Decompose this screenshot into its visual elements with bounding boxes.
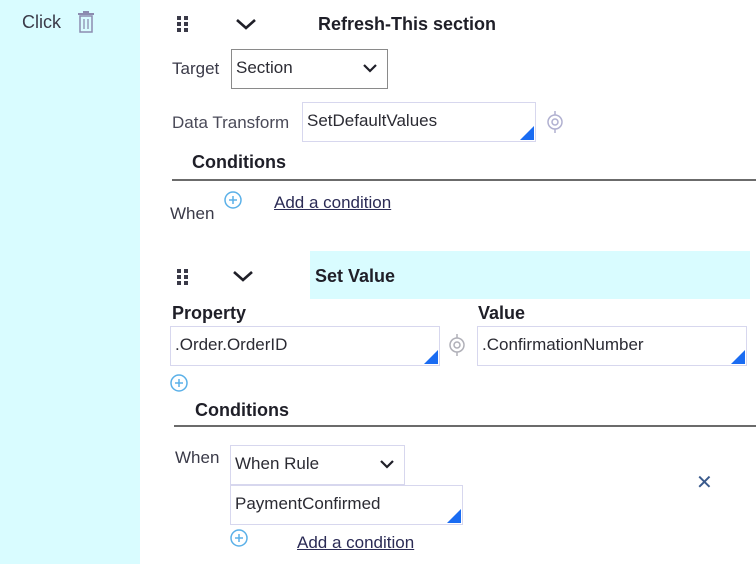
divider <box>172 179 756 181</box>
action-panel: Click <box>0 0 140 564</box>
data-transform-label: Data Transform <box>172 113 290 132</box>
target-select[interactable]: Section <box>231 49 388 89</box>
add-circle-icon[interactable] <box>169 373 189 393</box>
chevron-down-icon <box>363 64 377 73</box>
divider <box>174 425 756 427</box>
when-label: When <box>170 204 215 223</box>
drag-handle-icon[interactable] <box>176 15 190 33</box>
set-value-section-title: Set Value <box>315 266 396 286</box>
close-icon[interactable]: ✕ <box>696 470 713 495</box>
data-transform-value: SetDefaultValues <box>307 111 438 130</box>
add-condition-link[interactable]: Add a condition <box>297 533 414 553</box>
autocomplete-corner-icon <box>520 126 534 140</box>
trash-icon[interactable] <box>77 10 95 34</box>
when-label: When <box>175 448 220 467</box>
add-condition-link[interactable]: Add a condition <box>274 193 391 213</box>
refresh-section-title: Refresh-This section <box>318 14 497 34</box>
target-select-value: Section <box>236 58 293 77</box>
autocomplete-corner-icon <box>447 509 461 523</box>
value-label: Value <box>478 303 526 323</box>
action-event-label: Click <box>22 12 61 32</box>
target-label: Target <box>172 59 220 78</box>
data-transform-input[interactable]: SetDefaultValues <box>302 102 536 142</box>
add-circle-icon[interactable] <box>229 528 249 548</box>
property-input[interactable]: .Order.OrderID <box>170 326 440 366</box>
chevron-down-icon <box>380 460 394 469</box>
add-circle-icon[interactable] <box>223 190 243 210</box>
autocomplete-corner-icon <box>731 350 745 364</box>
chevron-down-icon[interactable] <box>232 270 254 282</box>
conditions-heading: Conditions <box>192 152 286 172</box>
drag-handle-icon[interactable] <box>176 268 190 286</box>
value-input[interactable]: .ConfirmationNumber <box>477 326 747 366</box>
when-type-value: When Rule <box>235 454 320 473</box>
value-value: .ConfirmationNumber <box>482 335 644 354</box>
when-rule-value: PaymentConfirmed <box>235 494 381 513</box>
crosshair-icon[interactable] <box>445 333 469 357</box>
property-value: .Order.OrderID <box>175 335 288 354</box>
conditions-heading: Conditions <box>195 400 289 420</box>
crosshair-icon[interactable] <box>543 110 567 134</box>
autocomplete-corner-icon <box>424 350 438 364</box>
chevron-down-icon[interactable] <box>235 18 257 30</box>
when-type-select[interactable]: When Rule <box>230 445 405 485</box>
when-rule-input[interactable]: PaymentConfirmed <box>230 485 463 525</box>
property-label: Property <box>172 303 247 323</box>
